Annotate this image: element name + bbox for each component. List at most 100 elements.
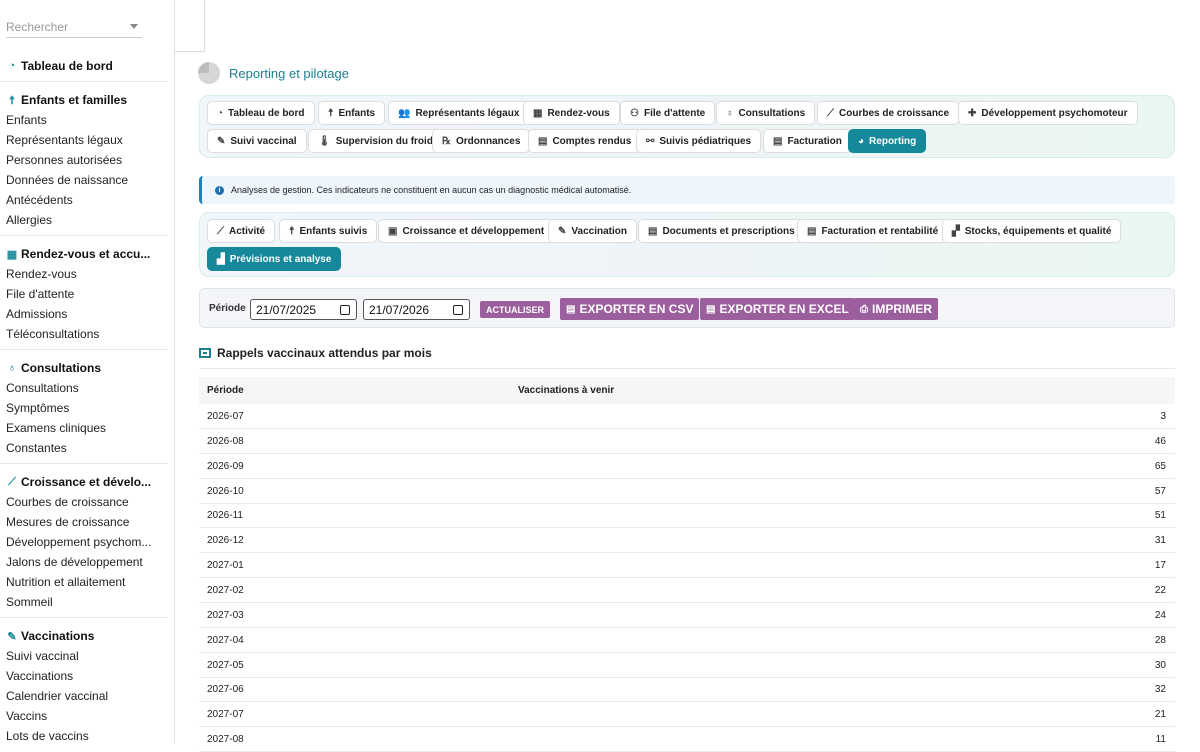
sidebar-divider bbox=[0, 235, 168, 236]
sidebar-item[interactable]: Mesures de croissance bbox=[0, 512, 168, 532]
sidebar-section: ◔ Tableau de bord bbox=[0, 56, 168, 76]
sidebar-section-header[interactable]: ▦ Rendez-vous et accu... bbox=[0, 244, 168, 264]
sidebar-item[interactable]: Admissions bbox=[0, 304, 168, 324]
tab-module-tabs[interactable]: ✎ Suivi vaccinal bbox=[207, 129, 307, 153]
section-title-text: Rappels vaccinaux attendus par mois bbox=[217, 346, 432, 360]
module-tabs: ◔ Tableau de bord ☨ Enfants 👥 Représentants l… bbox=[199, 95, 1175, 158]
cell-period: 2027-02 bbox=[207, 584, 244, 596]
sidebar-item[interactable]: Données de naissance bbox=[0, 170, 168, 190]
tab-label: Consultations bbox=[738, 107, 806, 119]
export-excel-button[interactable]: ▤ EXPORTER EN EXCEL bbox=[700, 298, 855, 320]
tab-module-tabs[interactable]: ▦ Rendez-vous bbox=[523, 101, 620, 125]
tab-module-tabs[interactable]: ☨ Enfants bbox=[318, 101, 386, 125]
sidebar-section-title: Enfants et familles bbox=[21, 93, 128, 107]
cell-upcoming-vaccinations: 22 bbox=[1154, 584, 1166, 596]
tab-report-tabs[interactable]: ▞ Stocks, équipements et qualité bbox=[942, 219, 1122, 243]
sidebar-item[interactable]: Vaccins bbox=[0, 706, 168, 726]
sidebar-item[interactable]: Constantes bbox=[0, 438, 168, 458]
tab-report-tabs[interactable]: ▤ Documents et prescriptions bbox=[638, 219, 805, 243]
table-row: 2026-11 51 bbox=[199, 503, 1175, 529]
tab-module-tabs[interactable]: ℞ Ordonnances bbox=[432, 129, 531, 153]
stethoscope-icon: ♁ bbox=[726, 107, 734, 119]
tab-report-tabs[interactable]: ▟ Prévisions et analyse bbox=[207, 247, 342, 271]
tab-module-tabs[interactable]: ▤ Facturation bbox=[763, 129, 852, 153]
sidebar-item[interactable]: Sommeil bbox=[0, 592, 168, 612]
table-row: 2027-01 17 bbox=[199, 553, 1175, 579]
sidebar-item[interactable]: Représentants légaux bbox=[0, 130, 168, 150]
table-row: 2026-12 31 bbox=[199, 528, 1175, 554]
sidebar-item[interactable]: Développement psychom... bbox=[0, 532, 168, 552]
tab-report-tabs[interactable]: ⟋ Activité bbox=[207, 219, 276, 243]
tab-module-tabs[interactable]: ♁ Consultations bbox=[716, 101, 816, 125]
search-select[interactable]: Rechercher bbox=[6, 16, 142, 38]
tab-label: Vaccination bbox=[571, 225, 627, 237]
tab-report-tabs[interactable]: ▤ Facturation et rentabilité bbox=[797, 219, 949, 243]
print-button[interactable]: ⎙ IMPRIMER bbox=[854, 298, 938, 320]
cell-period: 2027-05 bbox=[207, 659, 244, 671]
sidebar-item[interactable]: Courbes de croissance bbox=[0, 492, 168, 512]
column-header-period[interactable]: Période bbox=[207, 385, 244, 396]
tab-label: Facturation et rentabilité bbox=[821, 225, 939, 237]
sidebar-item[interactable]: Symptômes bbox=[0, 398, 168, 418]
sidebar-divider bbox=[0, 349, 168, 350]
sidebar-item[interactable]: Suivi vaccinal bbox=[0, 646, 168, 666]
sidebar-item[interactable]: Calendrier vaccinal bbox=[0, 686, 168, 706]
tab-report-tabs[interactable]: ▣ Croissance et développement bbox=[378, 219, 555, 243]
sidebar-item[interactable]: Rendez-vous bbox=[0, 264, 168, 284]
tab-report-tabs[interactable]: ✎ Vaccination bbox=[548, 219, 637, 243]
table-row: 2026-10 57 bbox=[199, 479, 1175, 504]
sidebar-item[interactable]: Personnes autorisées bbox=[0, 150, 168, 170]
tab-module-tabs[interactable]: 🌡 Supervision du froid bbox=[308, 129, 443, 153]
cell-upcoming-vaccinations: 32 bbox=[1154, 684, 1166, 696]
end-date-input[interactable]: 21/07/2026 bbox=[363, 299, 470, 320]
id-card-icon: ▣ bbox=[388, 225, 398, 237]
tab-label: Activité bbox=[229, 225, 266, 237]
thermometer-icon: 🌡 bbox=[318, 135, 331, 147]
sidebar-section-header[interactable]: ✎ Vaccinations bbox=[0, 626, 168, 646]
sidebar-item[interactable]: Téléconsultations bbox=[0, 324, 168, 344]
tab-module-tabs[interactable]: ⟋ Courbes de croissance bbox=[817, 101, 960, 125]
export-excel-label: EXPORTER EN EXCEL bbox=[719, 302, 849, 316]
export-csv-button[interactable]: ▤ EXPORTER EN CSV bbox=[560, 298, 700, 320]
sidebar-item[interactable]: Consultations bbox=[0, 378, 168, 398]
sidebar-item[interactable]: Vaccinations bbox=[0, 666, 168, 686]
sidebar-item[interactable]: File d'attente bbox=[0, 284, 168, 304]
sidebar-item[interactable]: Allergies bbox=[0, 210, 168, 230]
sidebar-item[interactable]: Enfants bbox=[0, 110, 168, 130]
tab-module-tabs[interactable]: ✚ Développement psychomoteur bbox=[958, 101, 1138, 125]
calendar-icon[interactable] bbox=[453, 305, 463, 315]
sidebar-section-header[interactable]: ◔ Tableau de bord bbox=[0, 56, 168, 76]
page-title-text: Reporting et pilotage bbox=[229, 65, 349, 81]
tab-module-tabs[interactable]: ▤ Comptes rendus bbox=[528, 129, 642, 153]
sidebar-item[interactable]: Nutrition et allaitement bbox=[0, 572, 168, 592]
tab-module-tabs[interactable]: ◕ Reporting bbox=[848, 129, 927, 153]
tab-module-tabs[interactable]: ◔ Tableau de bord bbox=[207, 101, 315, 125]
cell-period: 2026-10 bbox=[207, 485, 244, 497]
cell-period: 2026-12 bbox=[207, 535, 244, 547]
sidebar-item[interactable]: Jalons de développement bbox=[0, 552, 168, 572]
cell-period: 2027-04 bbox=[207, 634, 244, 646]
column-header-upcoming[interactable]: Vaccinations à venir bbox=[518, 385, 614, 396]
sidebar-item[interactable]: Examens cliniques bbox=[0, 418, 168, 438]
sidebar-section-header[interactable]: ♁ Consultations bbox=[0, 358, 168, 378]
chart-line-icon: ⟋ bbox=[8, 475, 16, 488]
start-date-input[interactable]: 21/07/2025 bbox=[250, 299, 357, 320]
invoice-icon: ▤ bbox=[773, 135, 783, 147]
sidebar-section-header[interactable]: ☨ Enfants et familles bbox=[0, 90, 168, 110]
sidebar-section-title: Rendez-vous et accu... bbox=[21, 247, 151, 261]
calendar-icon[interactable] bbox=[340, 305, 350, 315]
sidebar-item[interactable]: Lots de vaccins bbox=[0, 726, 168, 743]
gauge-icon: ◔ bbox=[8, 60, 16, 72]
chevron-down-icon[interactable] bbox=[130, 24, 138, 29]
invoice-icon: ▤ bbox=[807, 225, 817, 237]
table-row: 2027-07 21 bbox=[199, 702, 1175, 728]
sidebar-section-header[interactable]: ⟋ Croissance et dévelo... bbox=[0, 472, 168, 492]
tab-label: Supervision du froid bbox=[335, 135, 433, 147]
tab-report-tabs[interactable]: ☨ Enfants suivis bbox=[279, 219, 378, 243]
sidebar-item[interactable]: Antécédents bbox=[0, 190, 168, 210]
cell-upcoming-vaccinations: 46 bbox=[1154, 435, 1166, 447]
tab-module-tabs[interactable]: ⚯ Suivis pédiatriques bbox=[636, 129, 762, 153]
refresh-button[interactable]: ACTUALISER bbox=[480, 301, 550, 318]
tab-module-tabs[interactable]: 👥 Représentants légaux bbox=[388, 101, 530, 125]
tab-module-tabs[interactable]: ⚇ File d'attente bbox=[620, 101, 716, 125]
